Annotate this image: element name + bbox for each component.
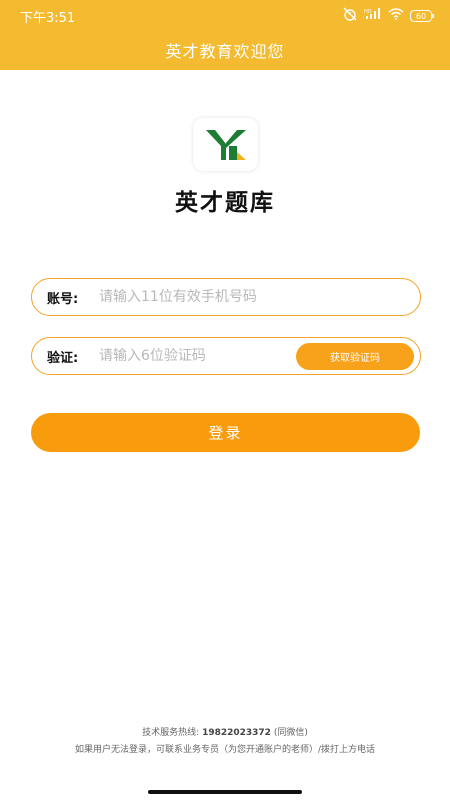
code-label: 验证: (47, 350, 79, 366)
wifi-icon (388, 8, 404, 24)
phone-input[interactable] (99, 289, 289, 305)
page-title: 英才教育欢迎您 (165, 42, 285, 61)
status-bar: 下午3:51 HD 60 (0, 0, 450, 32)
app-name: 英才题库 (175, 190, 275, 216)
hotline-suffix: (同微信) (273, 728, 308, 738)
account-label: 账号: (47, 291, 79, 307)
account-field: 账号: (31, 278, 421, 316)
yingcai-logo-icon (193, 118, 258, 171)
alarm-off-icon (342, 7, 358, 25)
status-time: 下午3:51 (20, 10, 76, 26)
code-field: 验证: 获取验证码 (31, 337, 421, 375)
login-button[interactable]: 登录 (31, 413, 420, 452)
help-note: 如果用户无法登录，可联系业务专员（为您开通账户的老师）/拨打上方电话 (74, 745, 376, 755)
home-indicator[interactable] (148, 790, 302, 794)
verification-code-input[interactable] (99, 348, 289, 364)
battery-level: 60 (415, 11, 427, 21)
app-header: 下午3:51 HD 60 英才教育欢迎您 (0, 0, 450, 70)
hotline-number[interactable]: 19822023372 (202, 728, 271, 738)
battery-icon: 60 (410, 10, 434, 22)
hotline-text: 技术服务热线: 19822023372 (同微信) (0, 725, 450, 738)
status-icons: HD 60 (342, 7, 434, 25)
hotline-label: 技术服务热线: (142, 728, 200, 738)
get-code-button[interactable]: 获取验证码 (296, 343, 414, 370)
hd-signal-icon: HD (364, 8, 382, 24)
